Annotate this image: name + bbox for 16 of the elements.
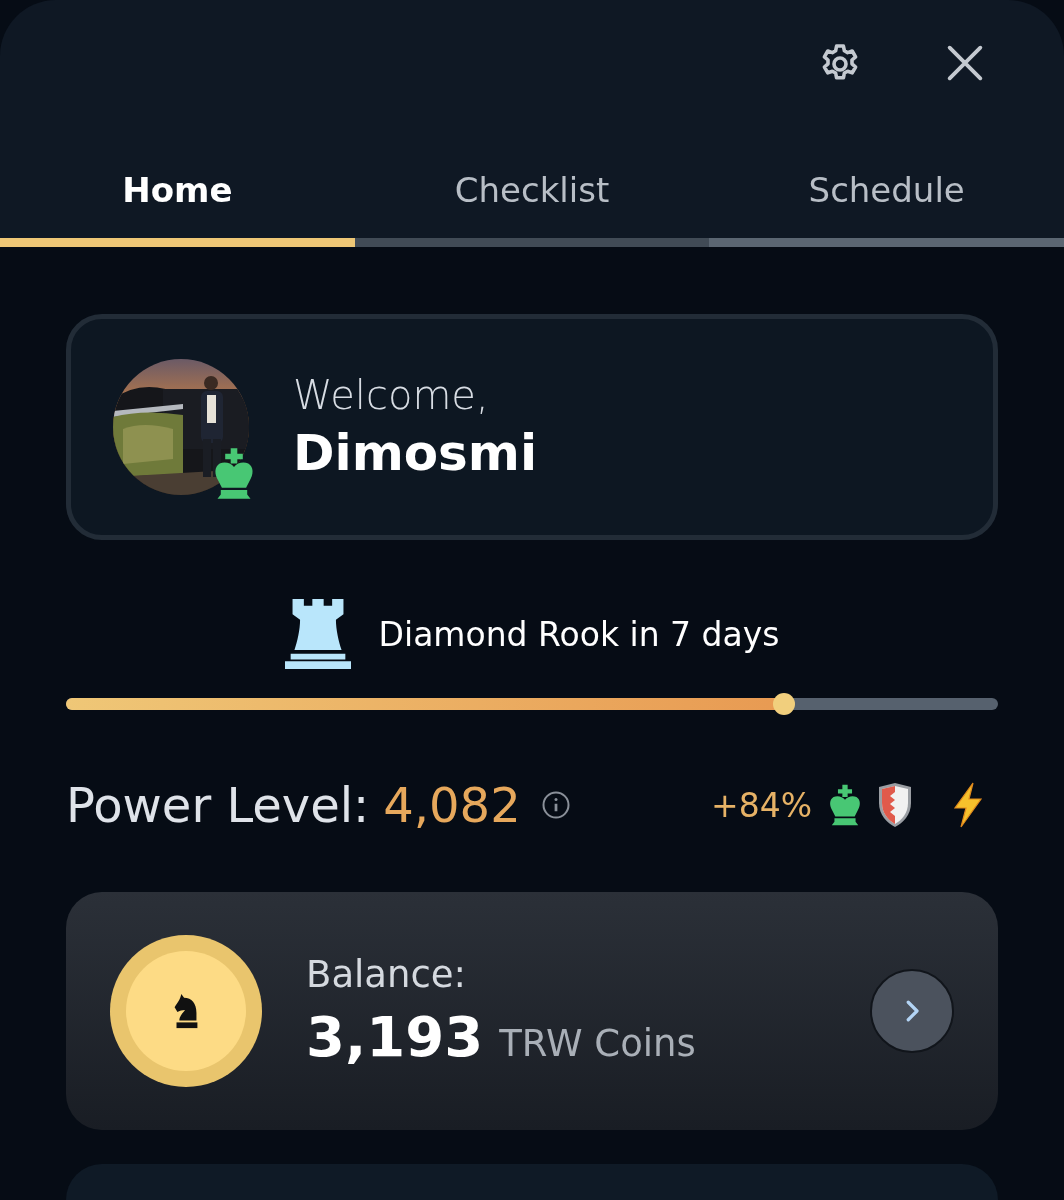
balance-label: Balance: [306, 953, 468, 996]
power-level-value: 4,082 [383, 777, 521, 833]
chess-rook-icon [284, 598, 351, 670]
balance-amount: 3,193 [306, 1004, 484, 1069]
user-name: Dimosmi [293, 424, 538, 482]
tab[interactable]: Home [0, 170, 355, 247]
shield-icon [878, 782, 912, 828]
currency-unit: TRW Coins [499, 1022, 696, 1065]
welcome-text: Welcome, [293, 372, 490, 418]
info-icon[interactable] [540, 790, 571, 820]
lightning-icon [952, 782, 984, 828]
boost-percent: +84% [711, 785, 812, 825]
tab[interactable]: Schedule [709, 170, 1064, 247]
tab[interactable]: Checklist [354, 170, 710, 247]
rank-progress-label: Diamond Rook in 7 days [378, 614, 780, 654]
power-level-label: Power Level: [66, 777, 370, 833]
